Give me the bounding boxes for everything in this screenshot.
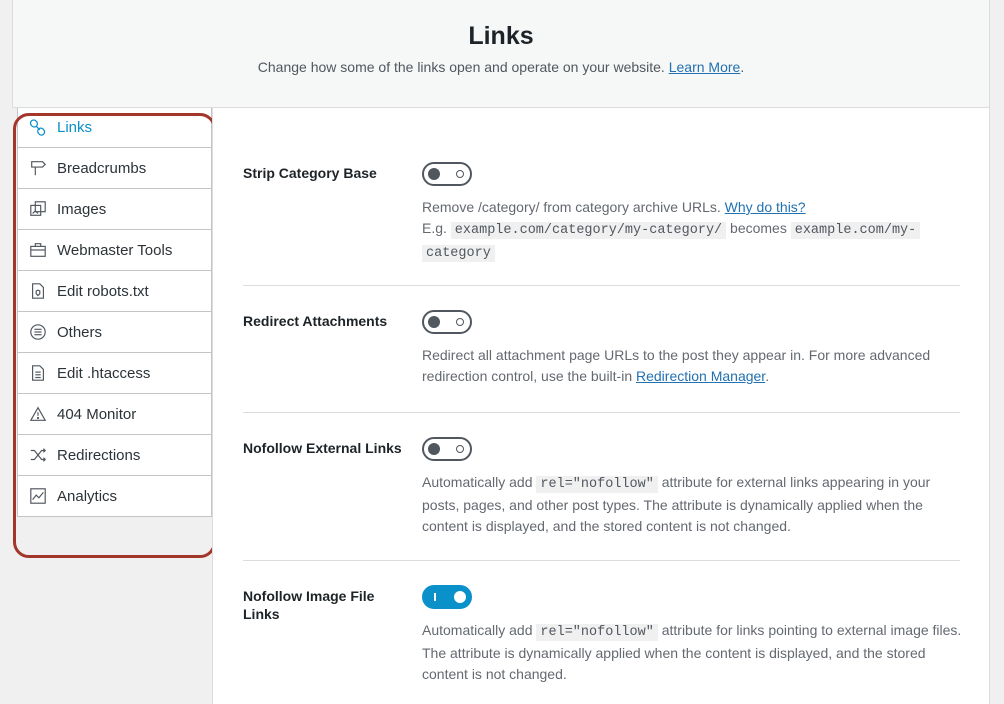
setting-label: Nofollow Image File Links xyxy=(243,588,375,622)
chart-icon xyxy=(28,486,48,506)
warning-icon xyxy=(28,404,48,424)
setting-description: Redirect all attachment page URLs to the… xyxy=(422,347,931,384)
page-header: Links Change how some of the links open … xyxy=(12,0,990,108)
toggle-knob xyxy=(454,591,466,603)
setting-description: Automatically add rel="nofollow" attribu… xyxy=(422,622,962,682)
nav-item-label: Webmaster Tools xyxy=(57,241,173,259)
nav-item-label: Edit robots.txt xyxy=(57,282,149,300)
toggle-on-indicator xyxy=(434,593,436,601)
setting-description: Remove /category/ from category archive … xyxy=(422,197,962,264)
setting-label: Strip Category Base xyxy=(243,165,377,181)
page-title: Links xyxy=(468,22,534,50)
nav-item-webmaster-tools[interactable]: Webmaster Tools xyxy=(17,230,212,271)
link-icon xyxy=(28,118,48,138)
nav-item-label: Images xyxy=(57,200,107,218)
toggle-off-indicator xyxy=(456,318,464,326)
redirect-attachments-toggle[interactable] xyxy=(422,310,472,334)
nav-item-links[interactable]: Links xyxy=(17,108,212,148)
settings-content: Strip Category Base Remove /category/ fr… xyxy=(212,108,990,704)
toggle-off-indicator xyxy=(456,170,464,178)
nav-item-label: Links xyxy=(57,119,93,136)
nav-item-label: 404 Monitor xyxy=(57,405,137,423)
nav-item-label: Redirections xyxy=(57,446,141,464)
nav-item-breadcrumbs[interactable]: Breadcrumbs xyxy=(17,148,212,189)
strip-category-toggle[interactable] xyxy=(422,162,472,186)
nofollow-external-toggle[interactable] xyxy=(422,437,472,461)
learn-more-link[interactable]: Learn More xyxy=(669,59,741,75)
signpost-icon xyxy=(28,158,48,178)
settings-nav: Links Breadcrumbs Images Webmaster Tools… xyxy=(17,108,212,517)
nav-item-404-monitor[interactable]: 404 Monitor xyxy=(17,394,212,435)
nav-item-label: Others xyxy=(57,323,103,341)
toggle-knob xyxy=(428,316,440,328)
setting-label: Redirect Attachments xyxy=(243,313,388,329)
nav-item-label: Breadcrumbs xyxy=(57,159,147,177)
images-icon xyxy=(28,199,48,219)
code-example: rel="nofollow" xyxy=(536,624,658,641)
divider xyxy=(243,412,960,413)
setting-description: Automatically add rel="nofollow" attribu… xyxy=(422,474,931,534)
redirection-manager-link[interactable]: Redirection Manager xyxy=(636,368,765,384)
nav-item-redirections[interactable]: Redirections xyxy=(17,435,212,476)
shuffle-icon xyxy=(28,445,48,465)
code-example: example.com/category/my-category/ xyxy=(450,222,727,239)
code-example: example.com/my- xyxy=(790,222,921,239)
robots-file-icon xyxy=(28,281,48,301)
code-example: rel="nofollow" xyxy=(536,476,658,493)
code-example: category xyxy=(422,245,495,262)
nav-item-edit-htaccess[interactable]: Edit .htaccess xyxy=(17,353,212,394)
toggle-knob xyxy=(428,168,440,180)
toolbox-icon xyxy=(28,240,48,260)
nav-item-analytics[interactable]: Analytics xyxy=(17,476,212,517)
why-do-this-link[interactable]: Why do this? xyxy=(725,199,806,215)
htaccess-file-icon xyxy=(28,363,48,383)
nav-item-edit-robots[interactable]: Edit robots.txt xyxy=(17,271,212,312)
divider xyxy=(243,560,960,561)
list-circle-icon xyxy=(28,322,48,342)
divider xyxy=(243,285,960,286)
setting-label: Nofollow External Links xyxy=(243,440,402,456)
nav-item-label: Edit .htaccess xyxy=(57,364,151,382)
page-subtitle: Change how some of the links open and op… xyxy=(257,59,745,75)
nofollow-image-toggle[interactable] xyxy=(422,585,472,609)
nav-item-images[interactable]: Images xyxy=(17,189,212,230)
toggle-off-indicator xyxy=(456,445,464,453)
toggle-knob xyxy=(428,443,440,455)
nav-item-label: Analytics xyxy=(57,487,118,505)
nav-item-others[interactable]: Others xyxy=(17,312,212,353)
